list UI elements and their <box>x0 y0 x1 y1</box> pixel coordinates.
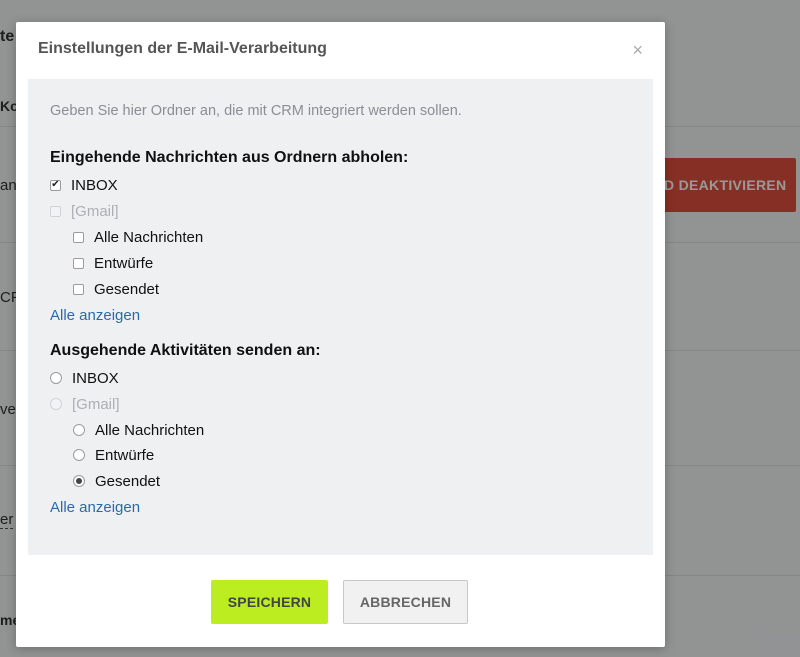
incoming-option-drafts[interactable]: Entwürfe <box>73 253 153 273</box>
incoming-section-title: Eingehende Nachrichten aus Ordnern abhol… <box>50 149 409 166</box>
outgoing-option-gmail: [Gmail] <box>50 394 120 414</box>
cancel-button[interactable]: ABBRECHEN <box>343 580 468 624</box>
checkbox-icon[interactable] <box>73 257 84 269</box>
option-label: Gesendet <box>95 472 161 490</box>
radio-selected-icon[interactable] <box>73 475 85 487</box>
radio-icon[interactable] <box>73 449 85 461</box>
close-icon[interactable]: × <box>632 41 643 59</box>
dialog-body: Geben Sie hier Ordner an, die mit CRM in… <box>28 79 653 555</box>
radio-icon[interactable] <box>73 424 85 436</box>
dialog-title: Einstellungen der E-Mail-Verarbeitung <box>38 40 327 57</box>
option-label: Gesendet <box>94 280 160 298</box>
radio-icon[interactable] <box>50 372 62 384</box>
option-label: INBOX <box>71 176 118 194</box>
checkbox-icon[interactable] <box>73 231 84 243</box>
option-label: [Gmail] <box>71 202 119 220</box>
incoming-option-all-messages[interactable]: Alle Nachrichten <box>73 227 203 247</box>
incoming-show-all-link[interactable]: Alle anzeigen <box>50 307 140 324</box>
checkbox-icon[interactable] <box>73 283 84 295</box>
outgoing-section-title: Ausgehende Aktivitäten senden an: <box>50 342 321 359</box>
incoming-option-sent[interactable]: Gesendet <box>73 279 159 299</box>
option-label: Alle Nachrichten <box>95 421 205 439</box>
outgoing-option-drafts[interactable]: Entwürfe <box>73 445 154 465</box>
option-label: Entwürfe <box>94 254 154 272</box>
outgoing-option-all-messages[interactable]: Alle Nachrichten <box>73 420 204 440</box>
outgoing-option-sent[interactable]: Gesendet <box>73 471 160 491</box>
incoming-option-gmail: [Gmail] <box>50 201 119 221</box>
outgoing-show-all-link[interactable]: Alle anzeigen <box>50 499 140 516</box>
dialog-hint: Geben Sie hier Ordner an, die mit CRM in… <box>50 103 462 119</box>
incoming-option-inbox[interactable]: ✔ INBOX <box>50 175 118 195</box>
checkbox-disabled-icon <box>50 205 61 217</box>
option-label: INBOX <box>72 369 119 387</box>
option-label: Entwürfe <box>95 446 155 464</box>
radio-disabled-icon <box>50 398 62 410</box>
radio-dot <box>76 478 82 484</box>
option-label: [Gmail] <box>72 395 120 413</box>
outgoing-option-inbox[interactable]: INBOX <box>50 368 119 388</box>
checkbox-checked-icon[interactable]: ✔ <box>50 179 61 191</box>
save-button[interactable]: SPEICHERN <box>211 580 328 624</box>
email-settings-dialog: Einstellungen der E-Mail-Verarbeitung × … <box>16 22 665 647</box>
option-label: Alle Nachrichten <box>94 228 204 246</box>
